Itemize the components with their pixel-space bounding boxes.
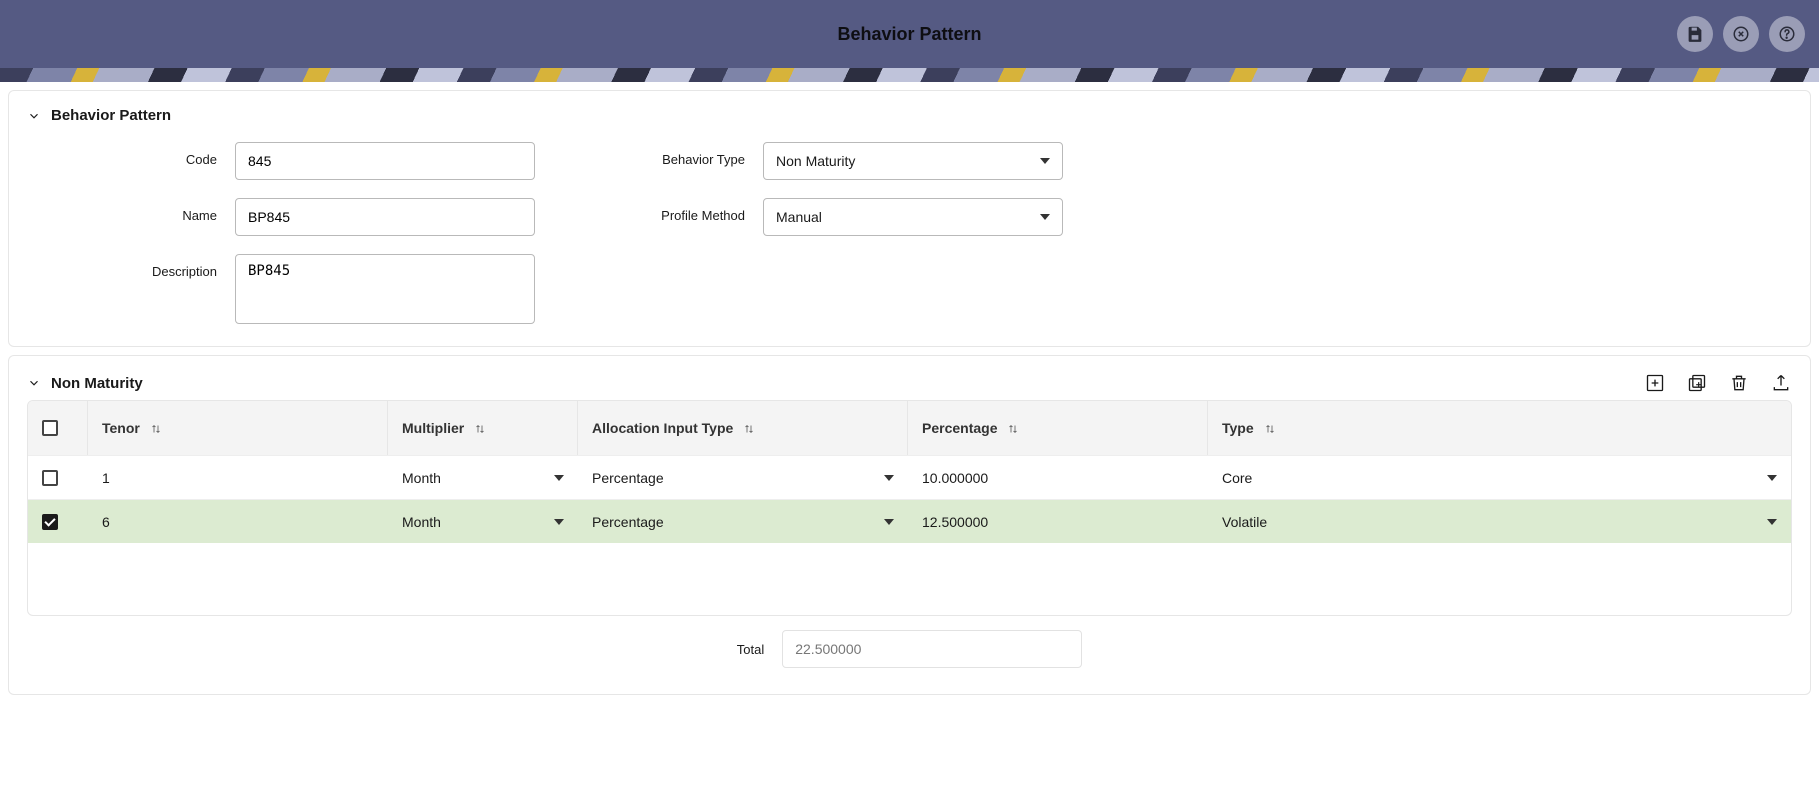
panel-header[interactable]: Behavior Pattern bbox=[27, 107, 1792, 124]
caret-down-icon bbox=[554, 475, 564, 481]
app-header: Behavior Pattern bbox=[0, 0, 1819, 68]
table-row[interactable]: 6 Month Percentage 12.500000 Volatile bbox=[28, 499, 1791, 543]
label-name: Name bbox=[87, 198, 217, 223]
cell-allocation-select[interactable]: Percentage bbox=[592, 470, 894, 486]
profile-method-select[interactable]: Manual bbox=[763, 198, 1063, 236]
behavior-pattern-panel: Behavior Pattern Code Name Description B… bbox=[8, 90, 1811, 347]
th-percentage[interactable]: Percentage bbox=[908, 401, 1208, 455]
caret-down-icon bbox=[1767, 519, 1777, 525]
save-icon bbox=[1686, 25, 1704, 43]
total-row: Total 22.500000 bbox=[27, 616, 1792, 672]
cell-multiplier-select[interactable]: Month bbox=[402, 514, 564, 530]
profile-method-value: Manual bbox=[776, 209, 822, 225]
caret-down-icon bbox=[1767, 475, 1777, 481]
page-title: Behavior Pattern bbox=[837, 24, 981, 45]
save-button[interactable] bbox=[1677, 16, 1713, 52]
select-all-checkbox[interactable] bbox=[42, 420, 58, 436]
row-checkbox[interactable] bbox=[42, 514, 58, 530]
form-grid: Code Name Description Behavior Type Non … bbox=[27, 142, 1792, 324]
label-code: Code bbox=[87, 142, 217, 167]
cell-tenor[interactable]: 1 bbox=[88, 456, 388, 499]
sort-icon bbox=[1007, 422, 1019, 434]
name-input[interactable] bbox=[235, 198, 535, 236]
help-icon bbox=[1778, 25, 1796, 43]
table-row[interactable]: 1 Month Percentage 10.000000 Core bbox=[28, 455, 1791, 499]
add-row-button[interactable] bbox=[1644, 372, 1666, 394]
sort-icon bbox=[474, 422, 486, 434]
duplicate-row-button[interactable] bbox=[1686, 372, 1708, 394]
form-col-right: Behavior Type Non Maturity Profile Metho… bbox=[615, 142, 1063, 324]
grid-panel-header[interactable]: Non Maturity bbox=[27, 375, 143, 392]
caret-down-icon bbox=[554, 519, 564, 525]
table-header: Tenor Multiplier Allocation Input Type P… bbox=[28, 401, 1791, 455]
total-value: 22.500000 bbox=[782, 630, 1082, 668]
grid-panel-title: Non Maturity bbox=[51, 375, 143, 392]
chevron-down-icon bbox=[27, 109, 41, 123]
total-label: Total bbox=[737, 642, 764, 657]
grid-toolbar bbox=[1644, 372, 1792, 394]
th-allocation[interactable]: Allocation Input Type bbox=[578, 401, 908, 455]
help-button[interactable] bbox=[1769, 16, 1805, 52]
description-input[interactable] bbox=[235, 254, 535, 324]
cell-type-select[interactable]: Volatile bbox=[1222, 514, 1777, 530]
cell-percentage[interactable]: 12.500000 bbox=[908, 500, 1208, 543]
panel-title: Behavior Pattern bbox=[51, 107, 171, 124]
table-body: 1 Month Percentage 10.000000 Core 6 Mont… bbox=[28, 455, 1791, 615]
cell-type-select[interactable]: Core bbox=[1222, 470, 1777, 486]
behavior-type-value: Non Maturity bbox=[776, 153, 855, 169]
th-type[interactable]: Type bbox=[1208, 401, 1791, 455]
sort-icon bbox=[150, 422, 162, 434]
label-profile-method: Profile Method bbox=[615, 198, 745, 223]
header-actions bbox=[1677, 16, 1805, 52]
export-button[interactable] bbox=[1770, 372, 1792, 394]
behavior-type-select[interactable]: Non Maturity bbox=[763, 142, 1063, 180]
th-multiplier[interactable]: Multiplier bbox=[388, 401, 578, 455]
row-checkbox[interactable] bbox=[42, 470, 58, 486]
caret-down-icon bbox=[884, 519, 894, 525]
non-maturity-panel: Non Maturity Tenor bbox=[8, 355, 1811, 695]
delete-row-button[interactable] bbox=[1728, 372, 1750, 394]
caret-down-icon bbox=[884, 475, 894, 481]
cell-allocation-select[interactable]: Percentage bbox=[592, 514, 894, 530]
cancel-icon bbox=[1732, 25, 1750, 43]
th-tenor[interactable]: Tenor bbox=[88, 401, 388, 455]
cell-multiplier-select[interactable]: Month bbox=[402, 470, 564, 486]
label-behavior-type: Behavior Type bbox=[615, 142, 745, 167]
chevron-down-icon bbox=[27, 376, 41, 390]
code-input[interactable] bbox=[235, 142, 535, 180]
caret-down-icon bbox=[1040, 214, 1050, 220]
label-description: Description bbox=[87, 254, 217, 279]
sort-icon bbox=[1264, 422, 1276, 434]
cell-tenor[interactable]: 6 bbox=[88, 500, 388, 543]
cell-percentage[interactable]: 10.000000 bbox=[908, 456, 1208, 499]
cancel-button[interactable] bbox=[1723, 16, 1759, 52]
grid-table: Tenor Multiplier Allocation Input Type P… bbox=[27, 400, 1792, 616]
form-col-left: Code Name Description bbox=[87, 142, 535, 324]
decorative-strip bbox=[0, 68, 1819, 82]
th-checkbox bbox=[28, 401, 88, 455]
sort-icon bbox=[743, 422, 755, 434]
caret-down-icon bbox=[1040, 158, 1050, 164]
